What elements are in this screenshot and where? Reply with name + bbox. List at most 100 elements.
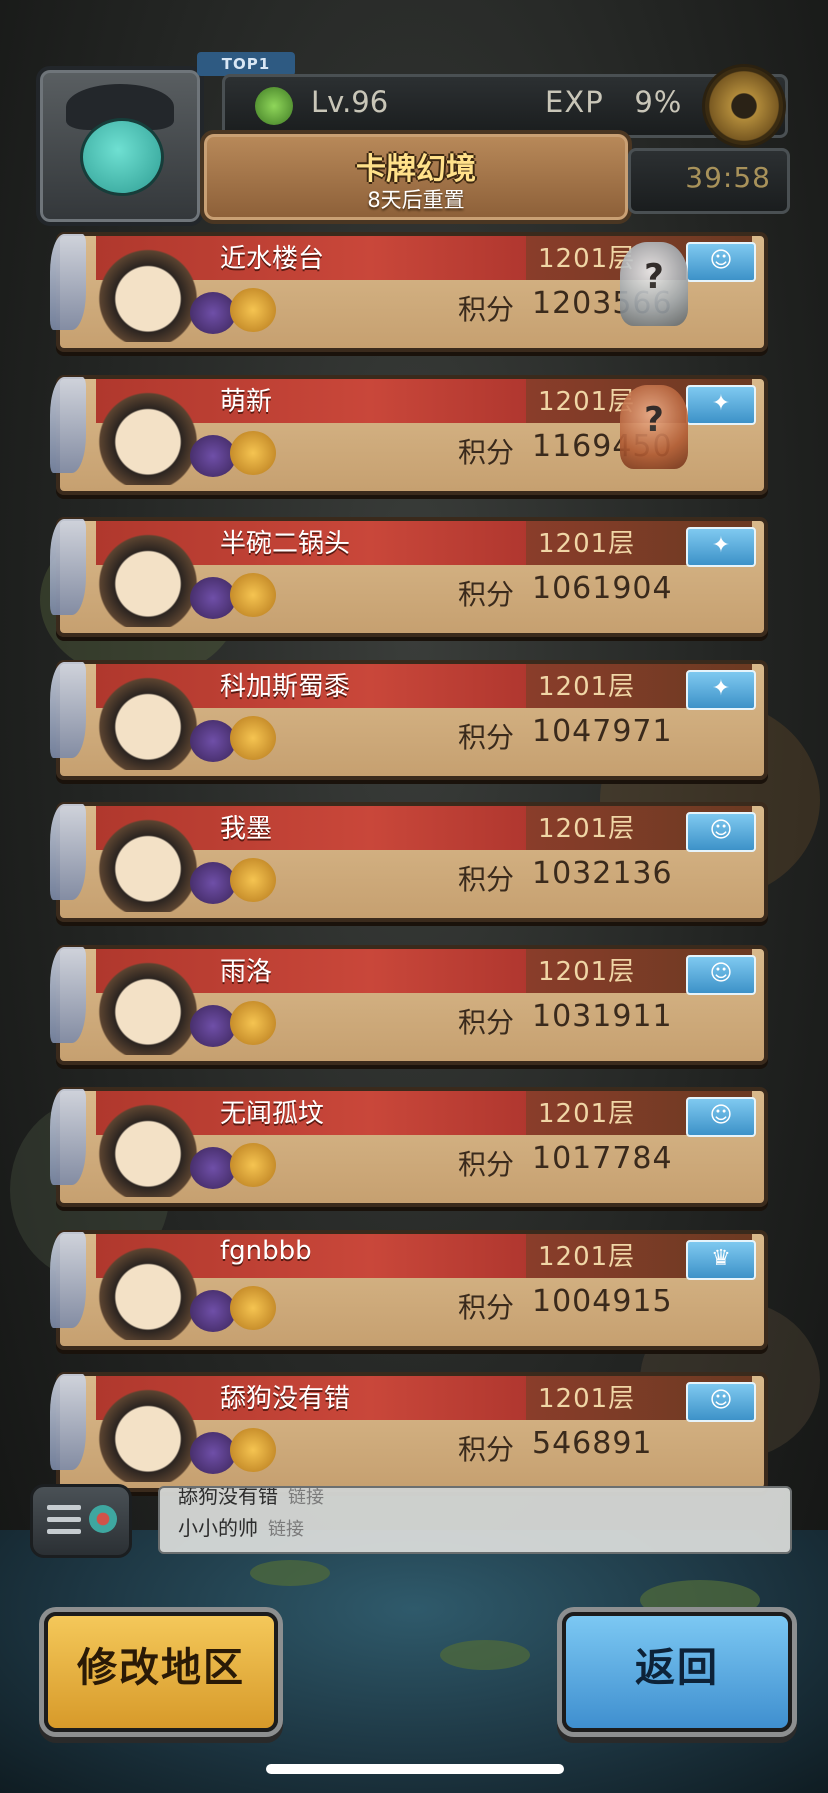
score-label: 积分: [458, 1148, 515, 1181]
silver-trophy-icon: ?: [620, 242, 688, 326]
chat-user: 舔狗没有错: [178, 1486, 278, 1508]
floor-label: 1201层: [538, 671, 636, 702]
player-name: 萌新: [220, 386, 273, 417]
pet-icon: [190, 1289, 236, 1332]
pumpkin-icon: ☺: [686, 1382, 756, 1422]
floor-label: 1201层: [538, 529, 636, 559]
wings-icon: [50, 376, 86, 473]
pet-icon: [190, 1432, 236, 1474]
pumpkin-icon: ☺: [686, 954, 756, 995]
wings-icon: [50, 946, 86, 1043]
wings-icon: ✦: [686, 669, 756, 710]
hero-portrait-icon: [88, 1243, 208, 1340]
wings-icon: [50, 804, 86, 900]
pet-icon: [230, 1000, 276, 1045]
score-label: 积分: [458, 293, 515, 326]
floor-label: 1201层: [538, 1241, 636, 1272]
hero-portrait-icon: [88, 1386, 208, 1482]
rank-card[interactable]: 科加斯蜀黍 1201层 ✦ 积分 1047971: [50, 659, 768, 780]
hero-portrait-icon: [88, 246, 208, 342]
floor-label: 1201层: [538, 1384, 636, 1414]
player-name: fgnbbb: [220, 1235, 312, 1266]
timer-box: 39:58: [628, 148, 790, 214]
score-label: 积分: [458, 1433, 515, 1466]
score-label: 积分: [458, 435, 515, 469]
tree-icon: [255, 87, 293, 125]
change-region-button[interactable]: 修改地区: [44, 1612, 278, 1732]
bronze-trophy-icon: ?: [620, 384, 688, 469]
hero-portrait-icon: [88, 1101, 208, 1197]
rank-card[interactable]: 我墨 1201层 ☺ 积分 1032136: [50, 802, 768, 922]
chat-line: 小小的帅 链接: [178, 1512, 304, 1541]
player-name: 近水楼台: [220, 244, 325, 274]
player-name: 科加斯蜀黍: [220, 671, 351, 702]
pumpkin-icon: ☺: [686, 242, 756, 282]
rank-card[interactable]: 无闻孤坟 1201层 ☺ 积分 1017784: [50, 1087, 768, 1207]
wings-icon: [50, 1374, 86, 1470]
player-name: 半碗二锅头: [220, 529, 351, 559]
pet-icon: [230, 430, 276, 475]
pet-icon: [190, 577, 236, 619]
score-value: 1004915: [532, 1283, 673, 1319]
rank-card[interactable]: 近水楼台 1201层 ☺ 积分 1203566?: [50, 232, 768, 352]
score-label: 积分: [458, 1005, 515, 1039]
floor-label: 1201层: [538, 814, 636, 844]
score-value: 1017784: [532, 1141, 673, 1176]
chat-line: 舔狗没有错 链接: [178, 1486, 324, 1509]
pet-icon: [190, 1147, 236, 1189]
pet-icon: [190, 719, 236, 762]
wings-icon: [50, 1089, 86, 1185]
countdown-timer: 39:58: [685, 161, 771, 194]
hero-portrait-icon: [88, 531, 208, 627]
wings-icon: [50, 519, 86, 615]
pet-icon: [230, 1285, 276, 1330]
pumpkin-icon: ☺: [686, 812, 756, 852]
score-value: 1047971: [532, 713, 673, 749]
floor-label: 1201层: [538, 1099, 636, 1129]
player-name: 雨洛: [220, 956, 273, 987]
score-label: 积分: [458, 863, 515, 896]
pet-icon: [230, 1428, 276, 1472]
level-label: Lv.96: [311, 85, 389, 119]
top-badge: TOP1: [197, 52, 295, 76]
player-name: 舔狗没有错: [220, 1384, 351, 1414]
pet-icon: [230, 288, 276, 332]
chat-panel[interactable]: 舔狗没有错 链接 小小的帅 链接: [158, 1486, 792, 1554]
wings-icon: [50, 1231, 86, 1328]
score-value: 1061904: [532, 571, 673, 606]
rank-card[interactable]: 半碗二锅头 1201层 ✦ 积分 1061904: [50, 517, 768, 637]
gear-icon[interactable]: [702, 64, 786, 148]
back-button[interactable]: 返回: [562, 1612, 792, 1732]
rank-card[interactable]: fgnbbb 1201层 ♛ 积分 1004915: [50, 1229, 768, 1350]
title-plaque: 卡牌幻境 8天后重置: [200, 130, 632, 224]
chat-link[interactable]: 链接: [268, 1519, 304, 1540]
wings-icon: ✦: [686, 527, 756, 567]
wings-icon: ✦: [686, 384, 756, 425]
avatar[interactable]: [36, 66, 204, 226]
wings-icon: [50, 661, 86, 758]
hero-portrait-icon: [88, 673, 208, 770]
pumpkin-icon: ☺: [686, 1097, 756, 1137]
pet-icon: [190, 292, 236, 334]
floor-label: 1201层: [538, 956, 636, 987]
exp-label: EXP 9%: [545, 85, 683, 119]
home-indicator[interactable]: [266, 1764, 564, 1774]
rank-card[interactable]: 舔狗没有错 1201层 ☺ 积分 546891: [50, 1372, 768, 1492]
pet-icon: [190, 434, 236, 477]
rank-card[interactable]: 萌新 1201层 ✦ 积分 1169450?: [50, 374, 768, 495]
pet-icon: [190, 862, 236, 904]
hero-portrait-icon: [88, 958, 208, 1055]
pet-icon: [230, 715, 276, 760]
chat-link[interactable]: 链接: [288, 1488, 324, 1508]
hero-portrait-icon: [88, 388, 208, 485]
score-value: 546891: [532, 1426, 653, 1461]
header-bar: TOP1 Lv.96 EXP 9% 卡牌幻境 8天后重置 39:58: [0, 0, 828, 240]
avatar-face-icon: [80, 118, 164, 196]
player-name: 无闻孤坟: [220, 1099, 325, 1129]
wings-icon: [50, 234, 86, 330]
pet-icon: [230, 858, 276, 902]
reset-notice: 8天后重置: [367, 188, 465, 212]
rank-card[interactable]: 雨洛 1201层 ☺ 积分 1031911: [50, 944, 768, 1065]
score-value: 1032136: [532, 856, 673, 891]
chat-menu-icon[interactable]: [30, 1484, 132, 1558]
